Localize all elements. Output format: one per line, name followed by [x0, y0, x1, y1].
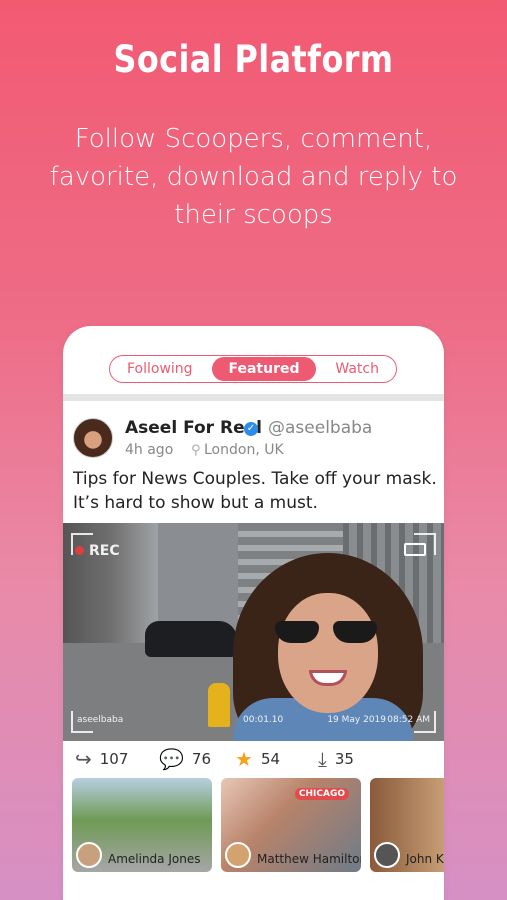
post-time: 4h ago — [125, 442, 174, 458]
video-scene — [208, 683, 230, 727]
divider — [63, 394, 444, 401]
favorite-button[interactable]: ★ 54 — [235, 744, 280, 774]
thumb-author-name: Matthew Hamilton — [257, 852, 361, 866]
share-arrow-icon: ↪ — [75, 747, 92, 771]
thumb-author-name: Amelinda Jones — [108, 852, 201, 866]
post-stats: ↪ 107 💬 76 ★ 54 ⤓ 35 — [63, 744, 444, 774]
thumb-author-name: John K — [406, 852, 444, 866]
comment-bubble-icon: 💬 — [159, 747, 184, 771]
star-icon: ★ — [235, 747, 253, 771]
post-author-name[interactable]: Aseel For Real — [125, 418, 262, 438]
camera-icon — [404, 543, 426, 556]
download-count: 35 — [334, 750, 354, 768]
list-item[interactable]: CHICAGO Matthew Hamilton — [221, 778, 361, 872]
hero-subtitle: Follow Scoopers, comment, favorite, down… — [49, 124, 458, 230]
reshare-button[interactable]: ↪ 107 — [75, 744, 128, 774]
location-tag: CHICAGO — [294, 788, 349, 800]
avatar[interactable] — [73, 418, 113, 458]
phone-frame: Following Featured Watch Aseel For Real … — [63, 326, 444, 900]
tab-featured[interactable]: Featured — [212, 357, 316, 381]
list-item[interactable]: John K — [370, 778, 444, 872]
avatar — [374, 842, 400, 868]
list-item[interactable]: Amelinda Jones — [72, 778, 212, 872]
video-date: 19 May 2019 — [327, 715, 386, 725]
related-scoops: Amelinda Jones CHICAGO Matthew Hamilton … — [72, 778, 444, 872]
reshare-count: 107 — [99, 750, 129, 768]
post-location: London, UK — [204, 442, 284, 458]
video-clock: 08:52 AM — [387, 715, 430, 725]
download-button[interactable]: ⤓ 35 — [318, 744, 354, 774]
post-text: Tips for News Couples. Take off your mas… — [73, 469, 437, 513]
post-header: Aseel For Real ✓ @aseelbaba 4h ago ⚲ Lon… — [73, 418, 434, 462]
tab-watch[interactable]: Watch — [321, 357, 393, 381]
video-timecode: 00:01.10 — [243, 715, 284, 725]
video-scene — [145, 621, 237, 657]
video-scene — [278, 593, 378, 713]
tab-bar: Following Featured Watch — [109, 355, 397, 383]
tab-following[interactable]: Following — [113, 357, 207, 381]
download-icon: ⤓ — [318, 747, 327, 771]
avatar — [76, 842, 102, 868]
avatar — [225, 842, 251, 868]
comment-count: 76 — [191, 750, 211, 768]
hero-title: Social Platform — [113, 38, 394, 81]
video-watermark: aseelbaba — [77, 715, 124, 725]
favorite-count: 54 — [260, 750, 281, 768]
pin-icon: ⚲ — [191, 443, 201, 458]
check-badge-icon: ✓ — [244, 422, 258, 436]
video-player[interactable]: REC aseelbaba 00:01.10 19 May 2019 08:52… — [63, 523, 444, 741]
video-scene — [275, 621, 381, 643]
comment-button[interactable]: 💬 76 — [159, 744, 211, 774]
post-author-handle[interactable]: @aseelbaba — [268, 418, 372, 438]
rec-indicator: REC — [75, 543, 120, 559]
